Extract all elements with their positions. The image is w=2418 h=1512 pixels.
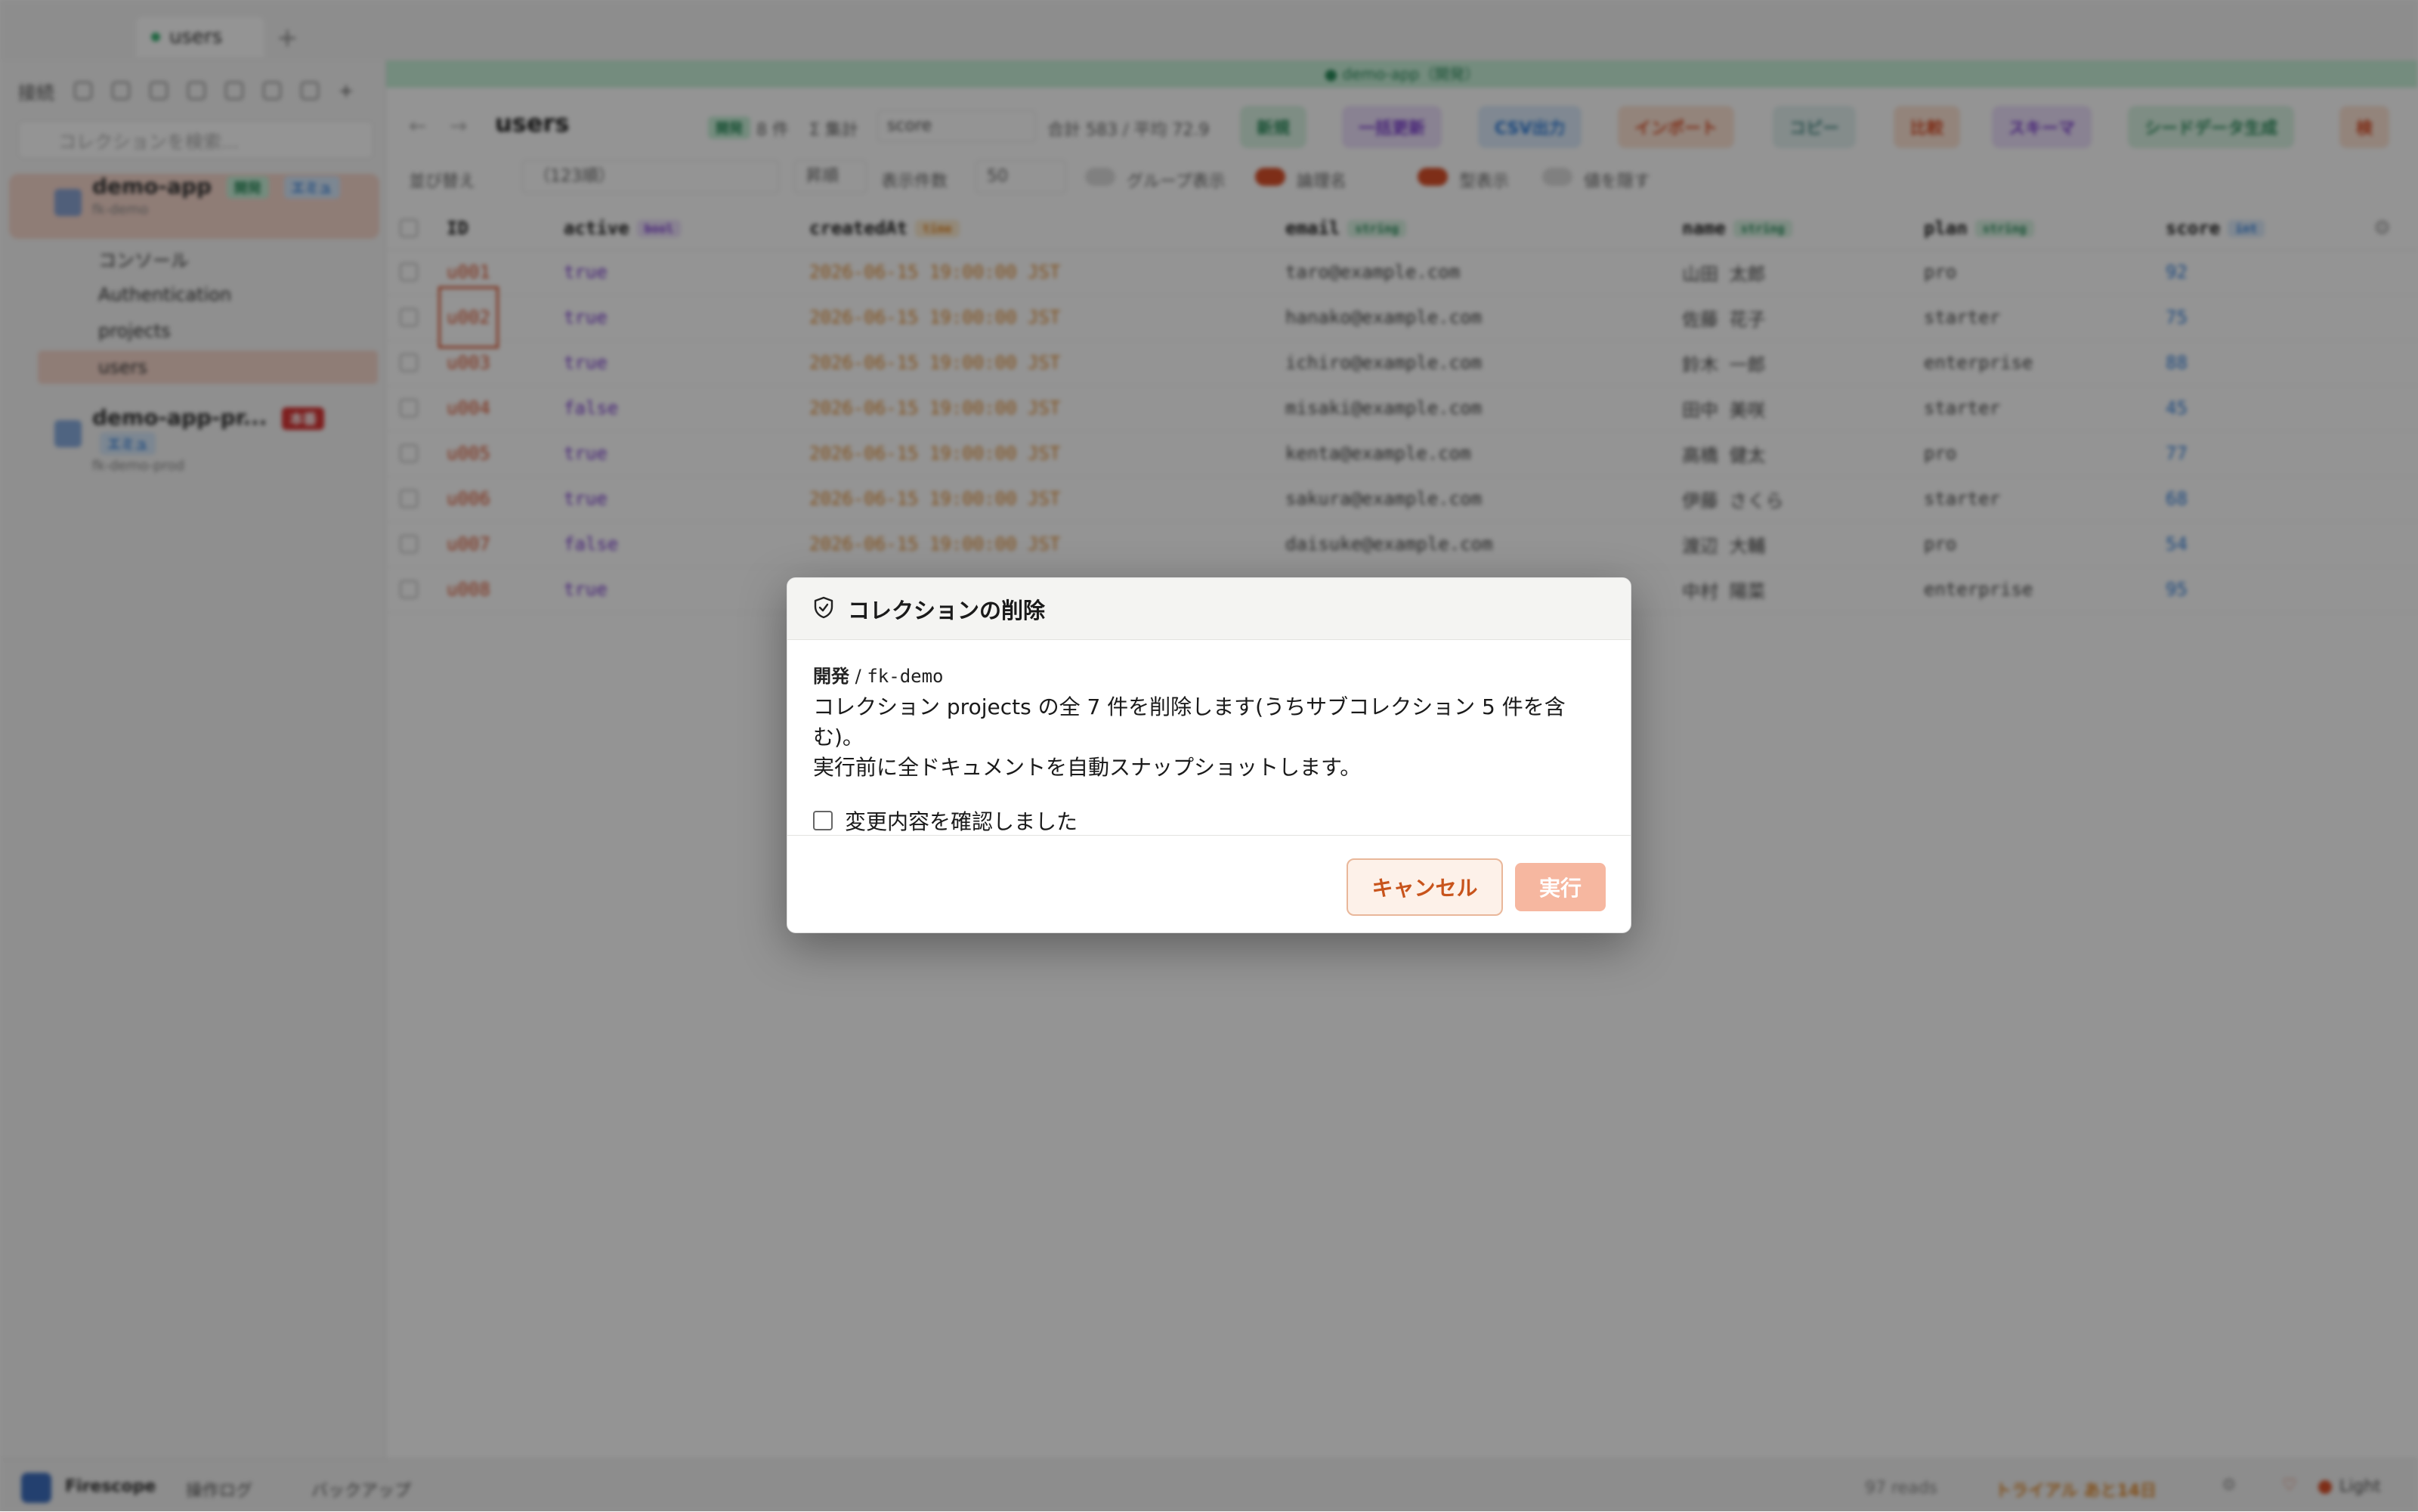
confirm-label[interactable]: 変更内容を確認しました xyxy=(845,805,1078,836)
message-line: コレクション projects の全 7 件を削除します(うちサブコレクション … xyxy=(813,694,1566,750)
dialog-body: 開発 / fk-demo コレクション projects の全 7 件を削除しま… xyxy=(813,661,1606,836)
project-id: fk-demo xyxy=(867,666,944,687)
cancel-button[interactable]: キャンセル xyxy=(1347,858,1503,916)
message-line: 実行前に全ドキュメントを自動スナップショットします。 xyxy=(813,755,1362,780)
dialog-header: コレクションの削除 xyxy=(787,578,1631,640)
environment-name: 開発 xyxy=(813,666,849,687)
confirm-checkbox-row[interactable]: 変更内容を確認しました xyxy=(813,805,1606,836)
dialog-message: コレクション projects の全 7 件を削除します(うちサブコレクション … xyxy=(813,692,1606,783)
delete-collection-dialog: コレクションの削除 開発 / fk-demo コレクション projects の… xyxy=(787,577,1631,933)
dialog-environment: 開発 / fk-demo xyxy=(813,661,1606,688)
shield-check-icon xyxy=(813,596,834,622)
execute-button[interactable]: 実行 xyxy=(1515,863,1606,911)
environment-separator: / xyxy=(849,666,867,687)
dialog-footer: キャンセル 実行 xyxy=(787,835,1631,932)
dialog-title: コレクションの削除 xyxy=(848,597,1046,623)
confirm-checkbox[interactable] xyxy=(813,811,833,830)
